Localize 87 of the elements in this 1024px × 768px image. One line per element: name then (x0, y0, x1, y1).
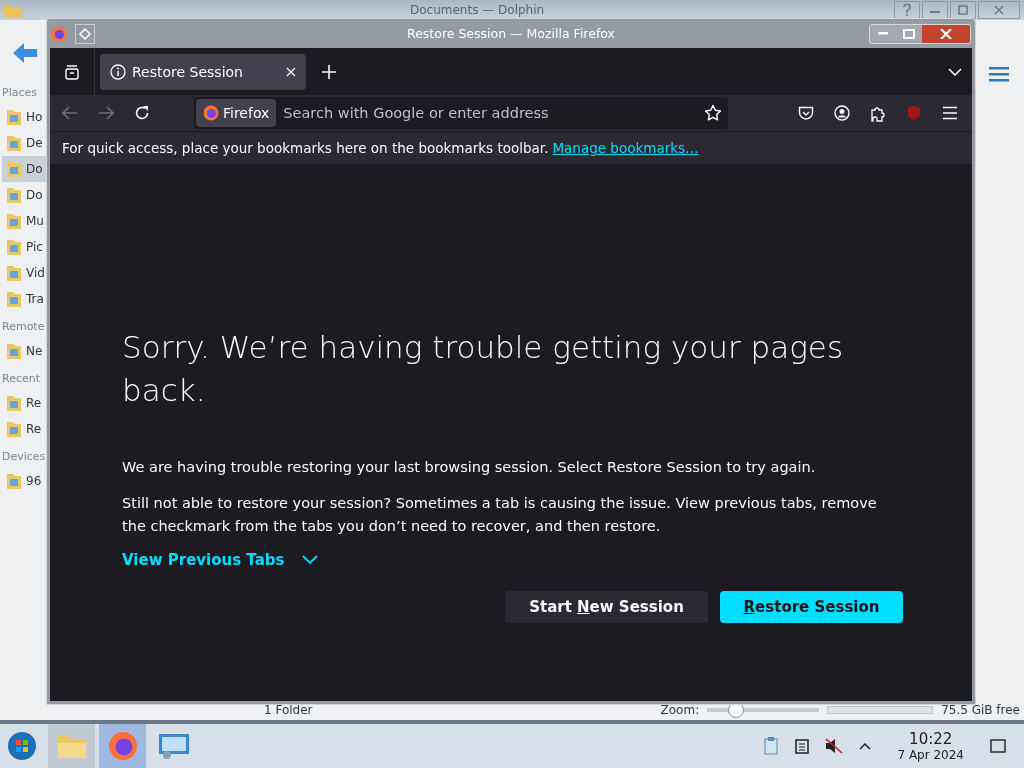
maximize-icon (903, 28, 915, 39)
close-icon (994, 5, 1004, 15)
pocket-icon[interactable] (798, 105, 814, 121)
address-input[interactable]: Search with Google or enter address (276, 104, 704, 122)
bookmarks-hint: For quick access, place your bookmarks here on the bookmarks toolbar. (62, 140, 549, 156)
notes-icon[interactable] (795, 738, 810, 754)
folder-icon (6, 212, 22, 230)
windows-logo-icon (7, 731, 37, 761)
back-icon[interactable] (62, 106, 78, 120)
page-heading: Sorry. We’re having trouble getting your pages back. (122, 328, 845, 410)
folder-icon (6, 394, 22, 412)
sidebar-item[interactable]: De (2, 130, 48, 156)
close-button[interactable] (978, 1, 1020, 19)
section-heading: Recent (2, 371, 42, 387)
close-icon (940, 28, 952, 39)
sidebar-item[interactable]: Tra (2, 286, 48, 312)
folder-icon (6, 290, 22, 308)
diamond-icon (79, 27, 91, 40)
identity-button[interactable]: Firefox (196, 99, 277, 127)
forward-icon[interactable] (98, 106, 114, 120)
folder-icon (56, 733, 87, 759)
folder-icon (6, 108, 22, 126)
close-icon[interactable] (286, 66, 296, 77)
folder-icon (6, 342, 22, 360)
reload-icon[interactable] (134, 105, 150, 121)
sidebar-item[interactable]: Ho (2, 104, 48, 130)
chevron-down-icon (302, 555, 319, 565)
folder-icon (6, 420, 22, 438)
sidebar-item[interactable]: Ne (2, 338, 48, 364)
section-heading: Places (2, 85, 38, 101)
close-button[interactable] (922, 24, 970, 43)
chevron-down-icon[interactable] (948, 67, 962, 76)
firefox-task[interactable] (99, 724, 146, 768)
folder-icon (6, 186, 22, 204)
pin-button[interactable] (75, 23, 95, 44)
sidebar-item[interactable]: Do (2, 182, 48, 208)
section-heading: Remote (2, 319, 46, 335)
maximize-icon (958, 5, 968, 15)
clipboard-icon[interactable] (763, 737, 780, 755)
free-space: 75.5 GiB free (941, 703, 1020, 717)
sidebar-item[interactable]: Re (2, 390, 48, 416)
tab-overview-icon[interactable] (64, 63, 80, 80)
zoom-label: Zoom: (660, 703, 700, 717)
folder-icon (6, 472, 22, 490)
sidebar-item[interactable]: 96 (2, 468, 48, 494)
sidebar-item[interactable]: Pic (2, 234, 48, 260)
sidebar-item[interactable]: Mu (2, 208, 48, 234)
folder-icon (6, 264, 22, 282)
folder-icon (6, 238, 22, 256)
address-field[interactable]: Firefox Search with Google or enter address (194, 97, 728, 129)
window-title: Documents — Dolphin (410, 3, 545, 17)
minimize-icon (878, 32, 888, 35)
paragraph: We are having trouble restoring your last browsing session. Select Restore Session to try again. (122, 458, 817, 477)
account-icon[interactable] (834, 105, 850, 121)
info-icon (110, 63, 126, 80)
maximize-button[interactable] (896, 24, 922, 43)
sidebar-item[interactable]: Re (2, 416, 48, 442)
muted-speaker-icon[interactable] (825, 738, 844, 754)
plus-icon[interactable] (322, 64, 336, 79)
clock-date: 7 Apr 2024 (897, 747, 964, 762)
clock-time: 10:22 (909, 730, 953, 748)
view-previous-tabs-toggle[interactable]: View Previous Tabs (122, 551, 319, 569)
folder-icon (6, 160, 22, 178)
menu-icon[interactable] (942, 106, 958, 120)
section-heading: Devices (2, 449, 47, 465)
paragraph: Still not able to restore your session? Sometimes a tab is causing the issue. View previous tabs, remove the checkmark from the tabs you don’t need to recover, and then restore. (122, 494, 878, 536)
folder-count: 1 Folder (264, 703, 313, 717)
manage-bookmarks-link[interactable]: Manage bookmarks… (552, 140, 699, 156)
browser-tab[interactable]: Restore Session (100, 53, 306, 90)
back-arrow-icon[interactable] (12, 42, 38, 64)
window-title: Restore Session — Mozilla Firefox (406, 26, 616, 41)
restore-button[interactable]: Restore Session (720, 591, 903, 623)
firefox-icon (107, 731, 138, 761)
sidebar-item[interactable]: Do (2, 156, 48, 182)
monitor-icon (157, 732, 190, 760)
question-icon (902, 4, 912, 16)
folder-icon (4, 3, 22, 17)
chevron-up-icon[interactable] (859, 742, 872, 750)
minimize-button[interactable] (870, 24, 896, 43)
firefox-icon (51, 25, 67, 42)
sidebar-item[interactable]: Vid (2, 260, 48, 286)
show-desktop-icon[interactable] (990, 739, 1006, 753)
firefox-icon (203, 105, 219, 121)
star-icon[interactable] (704, 104, 722, 122)
puzzle-icon[interactable] (870, 104, 886, 122)
folder-icon (6, 134, 22, 152)
new-session-button[interactable]: Start New Session (505, 591, 708, 623)
